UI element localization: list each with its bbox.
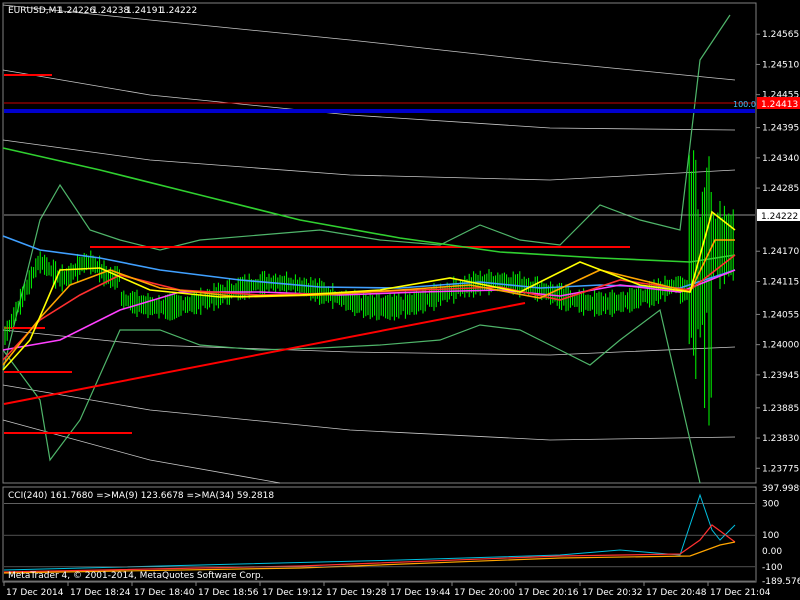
cci-indicator-lines [3, 493, 736, 574]
cci-tick-label: -189.5764 [762, 577, 800, 587]
ohlc-low: 1.24191 [126, 6, 163, 16]
price-tick-label: 1.24510 [762, 60, 799, 70]
time-tick-label: 17 Dec 19:28 [326, 588, 387, 598]
cci-main-line [3, 493, 736, 571]
bollinger-bands [2, 14, 731, 484]
envelope-lines [2, 4, 736, 484]
price-tick-label: 1.23775 [762, 464, 799, 474]
time-axis: 17 Dec 2014 17 Dec 18:24 17 Dec 18:40 17 De… [3, 582, 771, 598]
price-tick-label: 1.24340 [762, 154, 799, 164]
time-tick-label: 17 Dec 20:16 [518, 588, 579, 598]
cci-tick-label: 397.9989 [762, 484, 800, 494]
time-tick-label: 17 Dec 18:40 [134, 588, 195, 598]
time-tick-label: 17 Dec 21:04 [710, 588, 771, 598]
price-tick-label: 1.24285 [762, 184, 799, 194]
price-tick-label: 1.23885 [762, 404, 799, 414]
price-axis: 1.245651.245101.244551.243951.243401.242… [756, 30, 799, 474]
time-tick-label: 17 Dec 20:00 [454, 588, 515, 598]
price-tick-label: 1.24395 [762, 124, 799, 134]
ohlc-high: 1.24238 [92, 6, 129, 16]
price-tick-label: 1.24565 [762, 30, 799, 40]
price-tick-label: 1.24000 [762, 341, 799, 351]
red-level-label: 1.24413 [761, 100, 798, 110]
time-tick-label: 17 Dec 19:12 [262, 588, 323, 598]
current-price-label: 1.24222 [761, 212, 798, 222]
envelope-line [2, 69, 736, 131]
bollinger-upper [2, 14, 731, 371]
cci-tick-label: 300 [762, 500, 779, 510]
time-tick-label: 17 Dec 20:48 [646, 588, 707, 598]
cci-indicator-title: CCI(240) 161.7680 =>MA(9) 123.6678 =>MA(… [8, 491, 274, 501]
envelope-line [2, 4, 736, 81]
cci-tick-label: 0.00 [762, 547, 782, 557]
time-tick-label: 17 Dec 19:44 [390, 588, 451, 598]
time-tick-label: 17 Dec 20:32 [582, 588, 643, 598]
cci-tick-label: -100 [762, 563, 783, 573]
chart-symbol-title: EURUSD,M1 [8, 6, 62, 16]
time-tick-label: 17 Dec 18:24 [70, 588, 131, 598]
price-tick-label: 1.23945 [762, 371, 799, 381]
price-tick-label: 1.23830 [762, 434, 799, 444]
price-tick-label: 1.24055 [762, 310, 799, 320]
price-tick-label: 1.24170 [762, 247, 799, 257]
envelope-line [2, 384, 736, 441]
time-tick-label: 17 Dec 18:56 [198, 588, 259, 598]
cci-tick-label: 100 [762, 531, 779, 541]
copyright-text: MetaTrader 4, © 2001-2014, MetaQuotes So… [8, 571, 264, 581]
price-tick-label: 1.24115 [762, 277, 799, 287]
time-tick-label: 17 Dec 2014 [6, 588, 64, 598]
moving-average-line [2, 147, 736, 263]
cci-ma34-line [3, 541, 736, 574]
chart-canvas[interactable]: EURUSD,M1 1.24226 1.24238 1.24191 1.2422… [0, 0, 800, 600]
ohlc-open: 1.24226 [58, 6, 95, 16]
fib-label: 100.0 [733, 100, 756, 109]
ohlc-close: 1.24222 [160, 6, 197, 16]
